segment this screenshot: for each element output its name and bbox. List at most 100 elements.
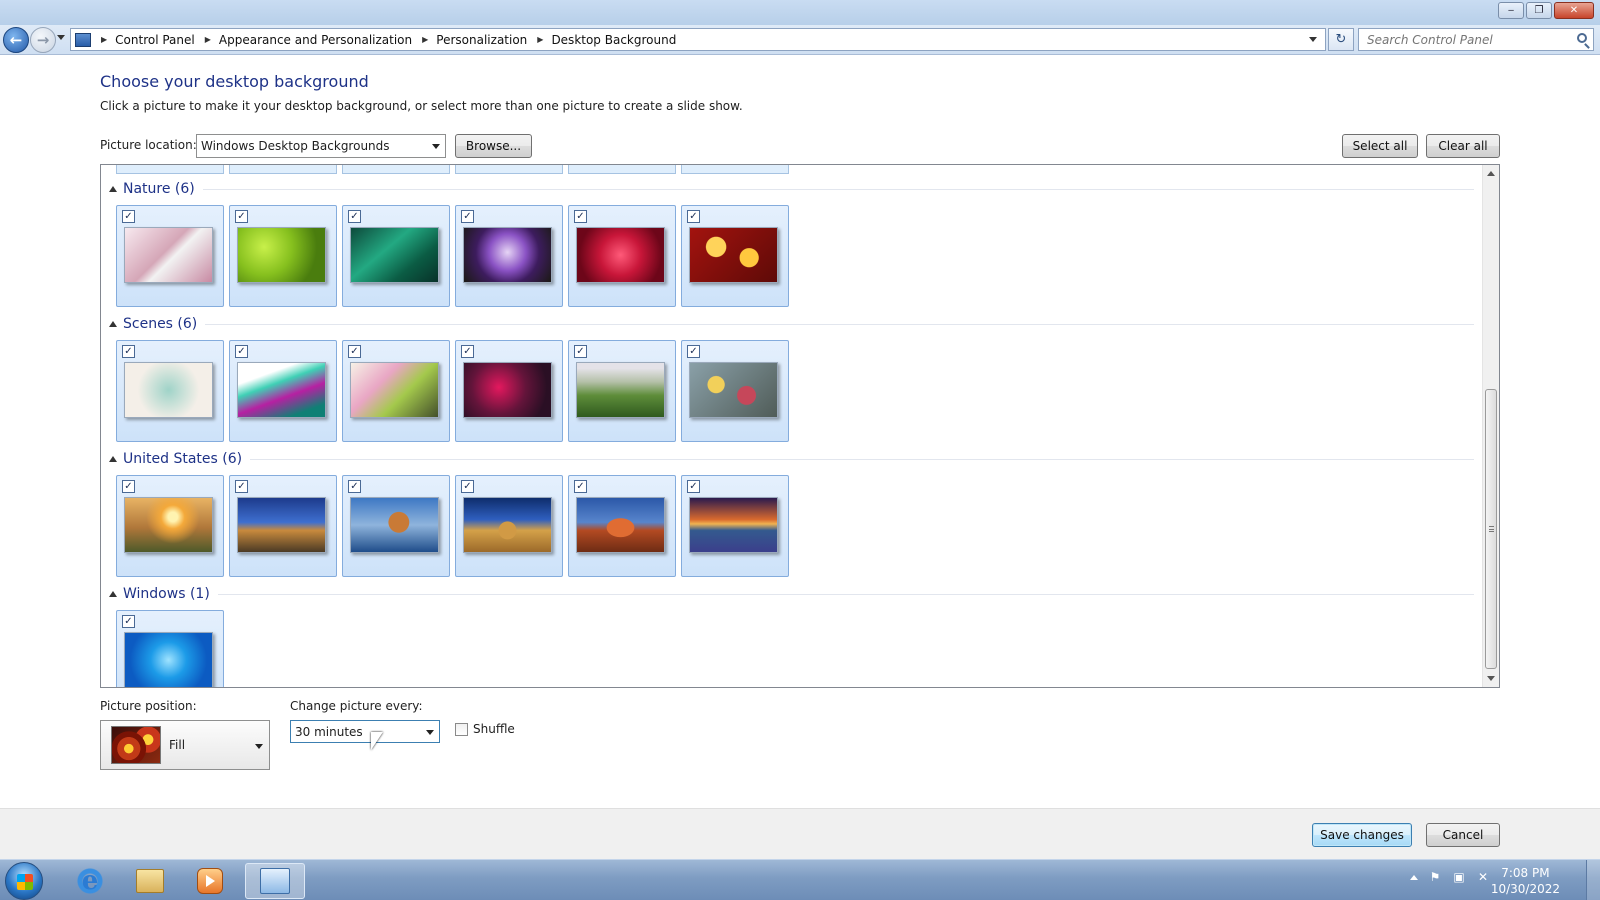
scroll-thumb[interactable] bbox=[1485, 389, 1497, 669]
browse-button[interactable]: Browse... bbox=[455, 134, 532, 158]
wallpaper-thumbnail[interactable] bbox=[576, 497, 665, 553]
wallpaper-thumbnail[interactable] bbox=[124, 227, 213, 283]
wallpaper-tile[interactable]: ✓ bbox=[116, 475, 224, 577]
network-icon[interactable]: ▣ bbox=[1452, 870, 1466, 884]
search-icon[interactable] bbox=[1577, 33, 1587, 43]
breadcrumb[interactable]: ▶ Control Panel ▶ Appearance and Persona… bbox=[70, 28, 1326, 51]
wallpaper-tile[interactable]: ✓ bbox=[342, 475, 450, 577]
wallpaper-thumbnail[interactable] bbox=[463, 497, 552, 553]
select-all-button[interactable]: Select all bbox=[1342, 134, 1418, 158]
wallpaper-tile[interactable]: ✓ bbox=[116, 340, 224, 442]
tile-checkbox[interactable]: ✓ bbox=[574, 345, 587, 358]
change-interval-select[interactable]: 30 minutes bbox=[290, 720, 440, 743]
action-center-flag-icon[interactable]: ⚑ bbox=[1428, 870, 1442, 884]
wallpaper-thumbnail[interactable] bbox=[124, 497, 213, 553]
wallpaper-tile[interactable]: ✓ bbox=[568, 205, 676, 307]
breadcrumb-appearance[interactable]: Appearance and Personalization bbox=[219, 33, 412, 47]
chevron-right-icon[interactable]: ▶ bbox=[422, 35, 428, 44]
vertical-scrollbar[interactable] bbox=[1482, 165, 1499, 687]
minimize-button[interactable]: ‒ bbox=[1498, 2, 1524, 19]
tile-checkbox[interactable]: ✓ bbox=[122, 480, 135, 493]
wallpaper-tile[interactable]: ✓ bbox=[342, 205, 450, 307]
forward-button[interactable]: → bbox=[30, 27, 56, 53]
wallpaper-thumbnail[interactable] bbox=[689, 497, 778, 553]
wallpaper-tile[interactable]: ✓ bbox=[681, 340, 789, 442]
tile-checkbox[interactable]: ✓ bbox=[235, 210, 248, 223]
tile-checkbox[interactable]: ✓ bbox=[574, 210, 587, 223]
chevron-right-icon[interactable]: ▶ bbox=[537, 35, 543, 44]
wallpaper-thumbnail[interactable] bbox=[237, 497, 326, 553]
background-gallery[interactable]: Nature (6) ✓ ✓ ✓ ✓ ✓ ✓ Scenes (6) ✓ ✓ ✓ ✓ ✓ ✓ United S… bbox=[100, 164, 1500, 688]
wallpaper-thumbnail[interactable] bbox=[350, 497, 439, 553]
taskbar-clock[interactable]: 7:08 PM 10/30/2022 bbox=[1491, 865, 1560, 897]
cancel-button[interactable]: Cancel bbox=[1426, 823, 1500, 847]
tile-checkbox[interactable]: ✓ bbox=[461, 345, 474, 358]
taskbar-file-explorer[interactable] bbox=[120, 863, 180, 899]
tile-checkbox[interactable]: ✓ bbox=[461, 480, 474, 493]
tile-checkbox[interactable]: ✓ bbox=[461, 210, 474, 223]
tile-checkbox[interactable]: ✓ bbox=[348, 480, 361, 493]
wallpaper-tile[interactable]: ✓ bbox=[681, 205, 789, 307]
collapse-triangle-icon[interactable] bbox=[109, 186, 117, 192]
back-button[interactable]: ← bbox=[3, 27, 29, 53]
picture-position-select[interactable]: Fill bbox=[100, 720, 270, 770]
wallpaper-thumbnail[interactable] bbox=[124, 632, 213, 687]
group-header[interactable]: Nature (6) bbox=[109, 181, 1474, 197]
search-input[interactable] bbox=[1367, 32, 1567, 47]
show-hidden-icons-icon[interactable] bbox=[1410, 874, 1418, 880]
collapse-triangle-icon[interactable] bbox=[109, 321, 117, 327]
wallpaper-thumbnail[interactable] bbox=[237, 227, 326, 283]
tile-checkbox[interactable]: ✓ bbox=[348, 345, 361, 358]
refresh-button[interactable]: ↻ bbox=[1328, 28, 1354, 51]
wallpaper-thumbnail[interactable] bbox=[689, 362, 778, 418]
wallpaper-thumbnail[interactable] bbox=[576, 362, 665, 418]
scroll-up-icon[interactable] bbox=[1487, 171, 1495, 176]
tile-checkbox[interactable]: ✓ bbox=[122, 615, 135, 628]
wallpaper-tile[interactable]: ✓ bbox=[229, 205, 337, 307]
taskbar-internet-explorer[interactable]: e bbox=[60, 863, 120, 899]
address-dropdown-icon[interactable] bbox=[1309, 37, 1317, 42]
start-button[interactable] bbox=[5, 862, 43, 900]
tile-checkbox[interactable]: ✓ bbox=[574, 480, 587, 493]
wallpaper-tile[interactable]: ✓ bbox=[342, 340, 450, 442]
scroll-down-icon[interactable] bbox=[1487, 676, 1495, 681]
wallpaper-tile[interactable]: ✓ bbox=[229, 475, 337, 577]
close-button[interactable]: ✕ bbox=[1554, 2, 1594, 19]
chevron-right-icon[interactable]: ▶ bbox=[101, 35, 107, 44]
wallpaper-tile[interactable]: ✓ bbox=[455, 340, 563, 442]
wallpaper-tile[interactable]: ✓ bbox=[116, 205, 224, 307]
wallpaper-tile[interactable]: ✓ bbox=[455, 475, 563, 577]
collapse-triangle-icon[interactable] bbox=[109, 591, 117, 597]
shuffle-option[interactable]: Shuffle bbox=[455, 722, 515, 736]
tile-checkbox[interactable]: ✓ bbox=[687, 345, 700, 358]
wallpaper-thumbnail[interactable] bbox=[463, 227, 552, 283]
save-changes-button[interactable]: Save changes bbox=[1312, 823, 1412, 847]
tile-checkbox[interactable]: ✓ bbox=[122, 210, 135, 223]
show-desktop-button[interactable] bbox=[1586, 860, 1600, 900]
shuffle-checkbox[interactable] bbox=[455, 722, 468, 736]
breadcrumb-personalization[interactable]: Personalization bbox=[436, 33, 527, 47]
wallpaper-tile[interactable]: ✓ bbox=[229, 340, 337, 442]
wallpaper-tile[interactable]: ✓ bbox=[681, 475, 789, 577]
taskbar-control-panel[interactable] bbox=[245, 863, 305, 899]
clear-all-button[interactable]: Clear all bbox=[1426, 134, 1500, 158]
group-header[interactable]: Windows (1) bbox=[109, 586, 1474, 602]
recent-pages-chevron-icon[interactable] bbox=[57, 35, 65, 40]
group-header[interactable]: Scenes (6) bbox=[109, 316, 1474, 332]
wallpaper-tile[interactable]: ✓ bbox=[568, 340, 676, 442]
tile-checkbox[interactable]: ✓ bbox=[348, 210, 361, 223]
wallpaper-tile[interactable]: ✓ bbox=[568, 475, 676, 577]
tile-checkbox[interactable]: ✓ bbox=[687, 480, 700, 493]
tile-checkbox[interactable]: ✓ bbox=[235, 480, 248, 493]
wallpaper-tile[interactable]: ✓ bbox=[116, 610, 224, 687]
wallpaper-tile[interactable]: ✓ bbox=[455, 205, 563, 307]
wallpaper-thumbnail[interactable] bbox=[124, 362, 213, 418]
tile-checkbox[interactable]: ✓ bbox=[235, 345, 248, 358]
group-header[interactable]: United States (6) bbox=[109, 451, 1474, 467]
wallpaper-thumbnail[interactable] bbox=[350, 227, 439, 283]
chevron-right-icon[interactable]: ▶ bbox=[205, 35, 211, 44]
wallpaper-thumbnail[interactable] bbox=[576, 227, 665, 283]
wallpaper-thumbnail[interactable] bbox=[463, 362, 552, 418]
volume-muted-icon[interactable]: ✕ bbox=[1476, 870, 1490, 884]
tile-checkbox[interactable]: ✓ bbox=[122, 345, 135, 358]
